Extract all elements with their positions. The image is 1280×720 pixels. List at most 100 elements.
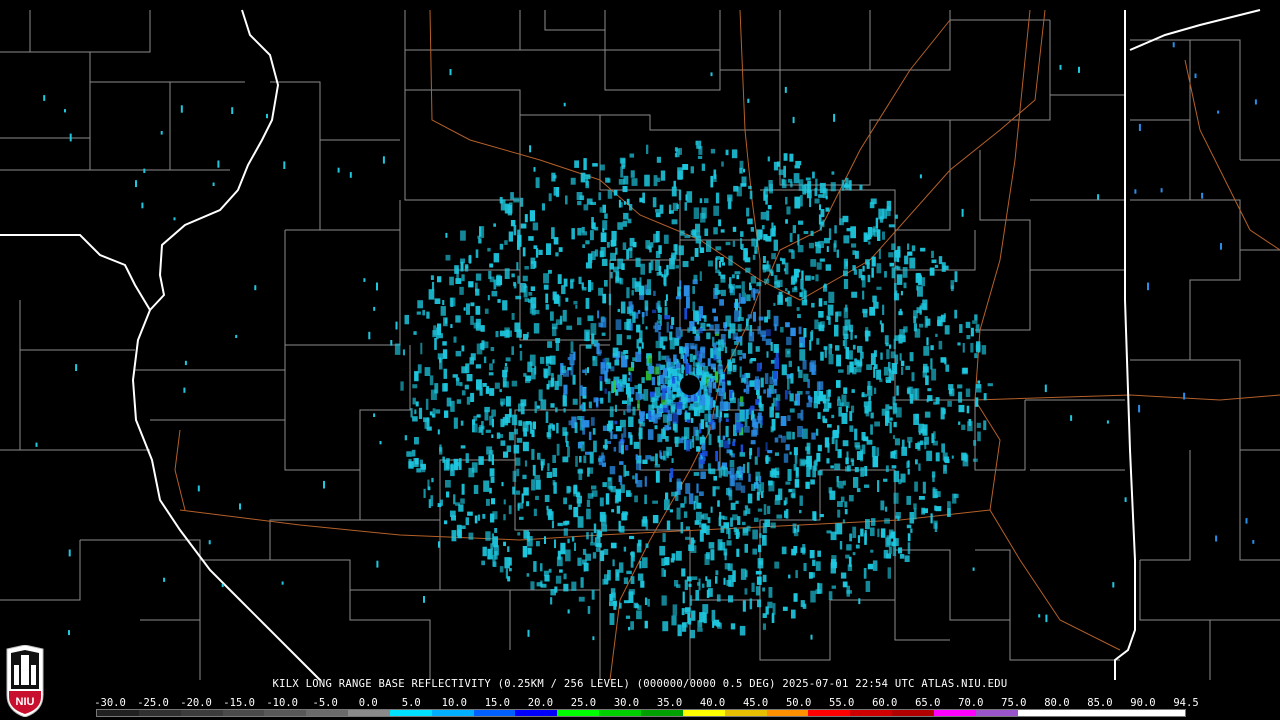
radar-echo bbox=[746, 384, 750, 394]
radar-echo bbox=[913, 508, 917, 520]
radar-echo bbox=[870, 527, 875, 537]
radar-echo bbox=[475, 364, 481, 369]
radar-echo bbox=[797, 525, 800, 533]
radar-echo bbox=[926, 337, 929, 346]
radar-echo bbox=[767, 601, 773, 609]
radar-echo bbox=[846, 590, 852, 594]
radar-echo bbox=[591, 589, 595, 600]
radar-echo bbox=[667, 358, 671, 368]
radar-echo bbox=[845, 304, 848, 312]
radar-echo bbox=[707, 424, 710, 435]
radar-echo bbox=[808, 242, 814, 249]
radar-echo bbox=[659, 204, 664, 214]
radar-echo bbox=[567, 357, 571, 361]
radar-echo bbox=[894, 265, 899, 269]
radar-echo bbox=[830, 182, 836, 192]
radar-echo bbox=[854, 467, 859, 473]
radar-echo bbox=[975, 397, 979, 407]
radar-echo bbox=[698, 327, 703, 334]
radar-echo bbox=[530, 297, 537, 309]
radar-echo bbox=[701, 380, 706, 389]
radar-echo bbox=[1038, 614, 1041, 618]
radar-echo bbox=[817, 444, 822, 452]
radar-echo bbox=[715, 246, 722, 251]
radar-echo bbox=[699, 271, 702, 281]
radar-echo bbox=[583, 455, 587, 464]
radar-echo bbox=[557, 374, 563, 387]
radar-echo bbox=[866, 364, 873, 370]
radar-echo bbox=[520, 399, 527, 407]
radar-echo bbox=[787, 378, 790, 390]
radar-echo bbox=[871, 256, 876, 267]
radar-echo bbox=[592, 356, 598, 367]
radar-echo bbox=[972, 567, 975, 571]
radar-echo bbox=[665, 492, 669, 500]
radar-echo bbox=[718, 339, 724, 352]
radar-echo bbox=[410, 408, 413, 418]
radar-echo bbox=[609, 601, 613, 607]
radar-echo bbox=[870, 198, 877, 205]
radar-echo bbox=[892, 547, 897, 557]
radar-echo bbox=[604, 213, 608, 219]
radar-echo bbox=[644, 494, 647, 505]
radar-echo bbox=[801, 270, 804, 280]
radar-echo bbox=[987, 383, 993, 387]
radar-echo bbox=[535, 177, 540, 189]
radar-echo bbox=[468, 281, 474, 288]
radar-echo bbox=[870, 549, 874, 553]
radar-echo bbox=[549, 423, 553, 429]
radar-echo bbox=[442, 456, 445, 463]
radar-echo bbox=[817, 582, 820, 594]
radar-echo bbox=[904, 555, 910, 562]
radar-echo bbox=[489, 468, 495, 477]
radar-echo bbox=[707, 358, 711, 367]
radar-echo bbox=[877, 480, 880, 492]
radar-echo bbox=[500, 398, 506, 405]
radar-echo bbox=[526, 501, 530, 507]
radar-echo bbox=[703, 612, 707, 624]
radar-echo bbox=[827, 402, 832, 409]
radar-echo bbox=[854, 442, 860, 448]
radar-echo bbox=[924, 442, 927, 450]
radar-echo bbox=[631, 361, 635, 368]
radar-echo bbox=[697, 407, 701, 417]
radar-echo bbox=[900, 290, 903, 296]
radar-echo bbox=[843, 279, 849, 290]
radar-echo bbox=[475, 273, 482, 281]
radar-echo bbox=[613, 266, 619, 273]
radar-echo bbox=[860, 358, 863, 366]
radar-echo bbox=[699, 247, 705, 253]
radar-echo bbox=[658, 408, 663, 413]
radar-echo bbox=[438, 541, 440, 548]
radar-echo bbox=[711, 376, 714, 383]
radar-echo bbox=[757, 447, 760, 457]
radar-echo bbox=[1134, 189, 1137, 194]
radar-echo bbox=[681, 568, 686, 577]
radar-echo bbox=[456, 524, 462, 536]
radar-echo bbox=[833, 243, 837, 252]
radar-echo bbox=[836, 476, 839, 483]
radar-echo bbox=[517, 240, 520, 250]
radar-echo bbox=[600, 247, 606, 257]
radar-echo bbox=[932, 440, 938, 446]
radar-echo bbox=[669, 210, 674, 214]
radar-echo bbox=[795, 160, 802, 166]
radar-echo bbox=[958, 404, 965, 413]
radar-echo bbox=[907, 243, 910, 250]
radar-echo bbox=[600, 232, 607, 243]
radar-echo bbox=[676, 402, 683, 410]
radar-echo bbox=[840, 572, 847, 579]
radar-echo bbox=[693, 310, 699, 321]
radar-echo bbox=[533, 508, 537, 517]
radar-echo bbox=[704, 228, 709, 236]
radar-echo bbox=[719, 299, 724, 306]
radar-echo bbox=[686, 439, 691, 452]
radar-echo bbox=[615, 569, 620, 581]
radar-echo bbox=[470, 315, 474, 325]
radar-echo bbox=[899, 554, 905, 559]
radar-echo bbox=[603, 548, 609, 555]
radar-echo bbox=[540, 356, 545, 364]
scale-label: -5.0 bbox=[312, 697, 338, 709]
radar-echo bbox=[914, 328, 921, 338]
radar-echo bbox=[732, 514, 738, 521]
